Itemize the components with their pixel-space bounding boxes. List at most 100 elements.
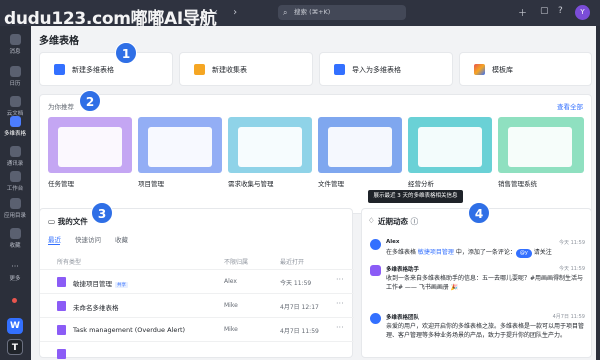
file-name: 敏捷项目管理 共享	[73, 278, 128, 288]
filter-type[interactable]: 所有类型	[57, 257, 81, 266]
callout-3: 3	[91, 202, 113, 224]
base-file-icon	[57, 325, 66, 335]
bell-icon: ♢	[368, 216, 375, 225]
template-card-analysis[interactable]	[408, 117, 492, 173]
folder-icon: ▭	[48, 217, 58, 226]
my-files-panel: ▭ 我的文件 最近 快速访问 收藏 所有类型 不限归属 最近打开 敏捷项目管理 共享 …	[39, 208, 354, 360]
tab-favorites[interactable]: 收藏	[115, 236, 128, 244]
filter-owner[interactable]: 不限归属	[224, 257, 248, 266]
image-icon[interactable]: ▢	[540, 6, 549, 20]
sidebar-item-base[interactable]: 多维表格	[0, 116, 30, 137]
base-icon	[9, 116, 21, 127]
file-name: Task management (Overdue Alert)	[73, 326, 186, 334]
sidebar-item-docs[interactable]: 云文档	[0, 96, 30, 117]
template-library-button[interactable]: 模板库	[459, 52, 592, 86]
help-icon[interactable]: ?	[558, 6, 563, 20]
template-card-files[interactable]	[318, 117, 402, 173]
sidebar-item-favorites[interactable]: 收藏	[0, 228, 30, 249]
search-icon: ⌕	[283, 8, 288, 17]
activity-title-text: 近期动态	[378, 217, 408, 226]
file-time: 4月7日 11:59	[280, 328, 319, 335]
new-base-icon	[54, 64, 65, 75]
table-row[interactable]: Task management (Overdue Alert) Mike 4月7…	[40, 317, 354, 341]
sidebar-item-label: 消息	[9, 49, 21, 55]
page-title: 多维表格	[39, 36, 79, 47]
search-input[interactable]: ⌕ 搜索 (⌘+K)	[278, 5, 406, 20]
callout-2: 2	[79, 90, 101, 112]
avatar[interactable]: Y	[575, 5, 590, 20]
import-base-button[interactable]: 导入为多维表格	[319, 52, 453, 86]
activity-text-part: 在多维表格	[386, 249, 418, 256]
template-card-task[interactable]	[48, 117, 132, 173]
add-icon[interactable]: ＋	[518, 6, 527, 20]
docs-icon	[9, 96, 21, 107]
message-icon	[9, 34, 21, 45]
card-label: 经营分析	[408, 180, 434, 188]
card-preview	[238, 127, 302, 167]
card-label: 销售管理系统	[498, 180, 537, 188]
sort-recent[interactable]: 最近打开	[280, 257, 304, 266]
sidebar-item-label: 工作台	[6, 186, 24, 192]
template-card-project[interactable]	[138, 117, 222, 173]
avatar	[370, 239, 381, 250]
file-owner: Alex	[224, 278, 237, 285]
more-icon[interactable]: ···	[336, 323, 344, 332]
sidebar-item-label: 日历	[9, 81, 21, 87]
card-label: 项目管理	[138, 180, 164, 188]
recent-activity-panel: ♢ 近期动态 ⓘ Alex 今天 11:59 在多维表格 敏捷项目管理 中，添加了…	[361, 208, 592, 358]
table-row[interactable]	[40, 341, 354, 360]
sidebar-item-label: 更多	[9, 276, 21, 282]
tab-recent[interactable]: 最近	[48, 236, 61, 244]
sidebar-item-contacts[interactable]: 通讯录	[0, 146, 30, 167]
file-name-text: 敏捷项目管理	[73, 280, 112, 288]
quick-action-label: 导入为多维表格	[352, 66, 401, 74]
table-row[interactable]: 敏捷项目管理 共享 Alex 今天 11:59 ···	[40, 269, 354, 293]
workspace-w-icon[interactable]: W	[7, 318, 23, 334]
files-title: ▭ 我的文件	[48, 216, 88, 227]
more-icon[interactable]: ···	[336, 299, 344, 308]
main-content: 多维表格 新建多维表格 新建收集表 导入为多维表格 模板库 为你推荐 查看全部 …	[31, 26, 596, 360]
quick-action-label: 模板库	[492, 66, 513, 74]
team-icon	[370, 313, 381, 324]
files-title-text: 我的文件	[57, 217, 88, 226]
sidebar-item-more[interactable]: ··· 更多	[0, 261, 30, 282]
app-icon	[9, 198, 21, 209]
tab-quick-access[interactable]: 快速访问	[75, 236, 101, 244]
tab-underline	[48, 244, 60, 245]
base-link[interactable]: 敏捷项目管理	[418, 249, 454, 256]
sidebar-item-label: 多维表格	[3, 131, 26, 137]
sidebar: 消息 日历 云文档 多维表格 通讯录 工作台 应用目录 收藏 ··· 更多 W T	[0, 26, 30, 360]
card-preview	[418, 127, 482, 167]
nav-arrows[interactable]: ‹ ›	[214, 7, 243, 18]
notification-dot	[12, 298, 17, 303]
activity-date: 今天 11:59	[559, 240, 585, 246]
activity-text: 亲爱的用户，欢迎开启你的多维表格之旅。多维表格是一款可以用于项目管理、客户管理等…	[386, 323, 585, 339]
new-base-button[interactable]: 新建多维表格	[39, 52, 173, 86]
workplace-icon	[9, 171, 21, 182]
more-icon[interactable]: ···	[336, 275, 344, 284]
activity-date: 今天 11:59	[559, 266, 585, 272]
new-form-button[interactable]: 新建收集表	[179, 52, 313, 86]
table-row[interactable]: 未命名多维表格 Mike 4月7日 12:17 ···	[40, 293, 354, 317]
activity-date: 4月7日 11:59	[552, 314, 585, 320]
shared-tag: 共享	[115, 282, 128, 288]
activity-text: 收到一条来自多维表格助手的信息：五一去哪儿耍呢？#用画画得制生活与工作# —— …	[386, 275, 584, 291]
sidebar-item-app-directory[interactable]: 应用目录	[0, 198, 30, 219]
sidebar-item-calendar[interactable]: 日历	[0, 66, 30, 87]
search-placeholder: 搜索 (⌘+K)	[294, 8, 331, 16]
star-icon	[9, 228, 21, 239]
sidebar-item-label: 应用目录	[3, 213, 26, 219]
assistant-icon	[370, 265, 381, 276]
sidebar-item-workplace[interactable]: 工作台	[0, 171, 30, 192]
template-card-requirements[interactable]	[228, 117, 312, 173]
calendar-icon	[9, 66, 21, 77]
callout-1: 1	[115, 42, 137, 64]
sidebar-item-messages[interactable]: 消息	[0, 34, 30, 55]
workspace-t-icon[interactable]: T	[7, 339, 23, 355]
callout-4: 4	[468, 202, 490, 224]
view-all-link[interactable]: 查看全部	[557, 101, 583, 111]
template-card-sales[interactable]	[498, 117, 584, 173]
card-preview	[148, 127, 212, 167]
more-icon: ···	[11, 262, 19, 271]
mention-pill: @y	[515, 249, 532, 258]
